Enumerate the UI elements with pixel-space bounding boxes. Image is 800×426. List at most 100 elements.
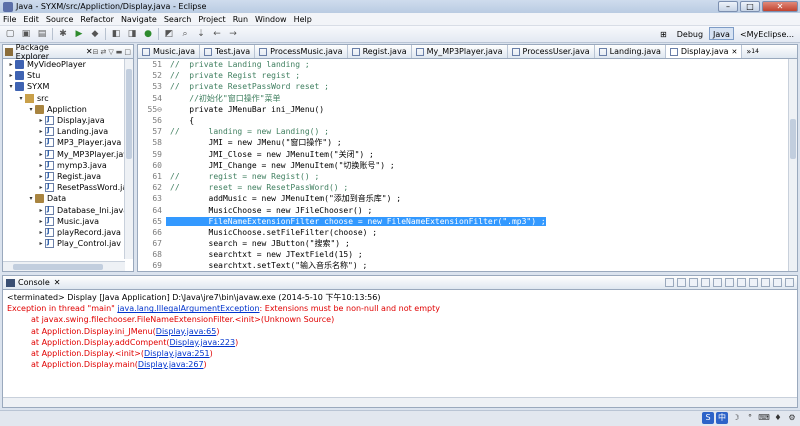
tree-item[interactable]: ▸ mymp3.java <box>3 160 133 171</box>
scroll-thumb[interactable] <box>13 264 103 270</box>
tray-icon[interactable]: ⌨ <box>758 412 770 424</box>
code-line[interactable]: 52 // private Regist regist ; <box>138 70 797 81</box>
close-icon[interactable]: ✕ <box>54 278 61 287</box>
tray-icon[interactable]: ♦ <box>772 412 784 424</box>
next-annotation-icon[interactable]: ⇣ <box>195 28 207 40</box>
display-selected-console-icon[interactable] <box>749 278 758 287</box>
collapsed-arrow-icon[interactable]: ▸ <box>7 61 15 68</box>
menu-run[interactable]: Run <box>233 15 248 24</box>
open-type-icon[interactable]: ◩ <box>163 28 175 40</box>
menu-project[interactable]: Project <box>198 15 225 24</box>
expanded-arrow-icon[interactable]: ▾ <box>27 106 35 113</box>
code-line[interactable]: 64 MusicChoose = new JFileChooser() ; <box>138 204 797 215</box>
scroll-thumb[interactable] <box>126 69 132 159</box>
tab-overflow-button[interactable]: » 14 <box>742 45 763 58</box>
close-tab-icon[interactable]: ✕ <box>732 48 738 56</box>
collapsed-arrow-icon[interactable]: ▸ <box>37 151 45 158</box>
tree-item[interactable]: ▸ Database_Ini.java <box>3 204 133 215</box>
collapse-all-icon[interactable]: ⊟ <box>93 48 99 56</box>
tray-icon[interactable]: ☽ <box>730 412 742 424</box>
tree-item[interactable]: ▸ MyVideoPlayer <box>3 59 133 70</box>
console-horizontal-scrollbar[interactable] <box>3 397 797 407</box>
tree-item[interactable]: ▸ playRecord.java <box>3 227 133 238</box>
scroll-lock-icon[interactable] <box>713 278 722 287</box>
close-icon[interactable]: ✕ <box>86 47 93 56</box>
source-link[interactable]: Display.java:223 <box>169 338 235 347</box>
exception-type-link[interactable]: java.lang.IllegalArgumentException <box>117 304 259 313</box>
code-line[interactable]: 51 // private Landing landing ; <box>138 59 797 70</box>
code-line[interactable]: 63 addMusic = new JMenuItem("添加到音乐库") ; <box>138 193 797 204</box>
tray-icon[interactable]: ° <box>744 412 756 424</box>
code-line[interactable]: 65 FileNameExtensionFilter choose = new … <box>138 216 797 227</box>
code-line[interactable]: 66 MusicChoose.setFileFilter(choose) ; <box>138 227 797 238</box>
code-line[interactable]: 68 searchtxt = new JTextField(15) ; <box>138 249 797 260</box>
expanded-arrow-icon[interactable]: ▾ <box>7 83 15 90</box>
terminate-icon[interactable] <box>665 278 674 287</box>
source-link[interactable]: Display.java:267 <box>138 360 204 369</box>
tree-item[interactable]: ▸ ResetPassWord.ja <box>3 182 133 193</box>
new-java-project-icon[interactable]: ◧ <box>110 28 122 40</box>
minimize-view-icon[interactable] <box>773 278 782 287</box>
code-line[interactable]: 60 JMI_Change = new JMenuItem("切换账号") ; <box>138 160 797 171</box>
expanded-arrow-icon[interactable]: ▾ <box>27 195 35 202</box>
code-line[interactable]: 56 { <box>138 115 797 126</box>
menu-refactor[interactable]: Refactor <box>80 15 114 24</box>
tree-vertical-scrollbar[interactable] <box>124 59 133 259</box>
menu-search[interactable]: Search <box>164 15 191 24</box>
code-line[interactable]: 62 // reset = new ResetPassWord() ; <box>138 182 797 193</box>
print-icon[interactable]: ▤ <box>36 28 48 40</box>
minimize-view-icon[interactable]: ▬ <box>116 48 123 56</box>
back-icon[interactable]: ← <box>211 28 223 40</box>
scroll-thumb[interactable] <box>790 119 796 159</box>
editor-tab[interactable]: ProcessUser.java <box>508 45 595 58</box>
forward-icon[interactable]: → <box>227 28 239 40</box>
perspective-myeclipse[interactable]: <MyEclipse... <box>736 27 798 40</box>
new-icon[interactable]: ▢ <box>4 28 16 40</box>
editor-tab[interactable]: ProcessMusic.java <box>255 45 348 58</box>
code-line[interactable]: 57 // landing = new Landing() ; <box>138 126 797 137</box>
open-console-icon[interactable] <box>761 278 770 287</box>
tree-item[interactable]: ▸ MP3_Player.java <box>3 137 133 148</box>
code-area[interactable]: 51 // private Landing landing ; 52 // priva… <box>138 59 797 271</box>
code-line[interactable]: 55⊖ private JMenuBar ini_JMenu() <box>138 104 797 115</box>
tree-item[interactable]: ▾ Data <box>3 193 133 204</box>
tree-item[interactable]: ▸ Display.java <box>3 115 133 126</box>
tree-item[interactable]: ▸ Music.java <box>3 216 133 227</box>
tree-item[interactable]: ▸ Stu <box>3 70 133 81</box>
menu-help[interactable]: Help <box>294 15 312 24</box>
perspective-debug[interactable]: Debug <box>673 27 707 40</box>
maximize-view-icon[interactable]: □ <box>124 48 131 56</box>
close-window-button[interactable]: ✕ <box>762 1 798 12</box>
minimize-button[interactable]: – <box>718 1 738 12</box>
search-icon[interactable]: ⌕ <box>179 28 191 40</box>
package-explorer-tab[interactable]: Package Explorer ✕ ⊟ ⇄ ▽ ▬ □ <box>3 43 133 61</box>
tree-item[interactable]: ▸ Regist.java <box>3 171 133 182</box>
menu-source[interactable]: Source <box>46 15 73 24</box>
clear-console-icon[interactable] <box>701 278 710 287</box>
menu-edit[interactable]: Edit <box>23 15 39 24</box>
code-line[interactable]: 67 search = new JButton("搜索") ; <box>138 238 797 249</box>
collapsed-arrow-icon[interactable]: ▸ <box>37 162 45 169</box>
tree-item[interactable]: ▾ SYXM <box>3 81 133 92</box>
remove-launch-icon[interactable] <box>677 278 686 287</box>
editor-tab[interactable]: Regist.java <box>348 45 412 58</box>
editor-tab[interactable]: Music.java <box>138 45 201 58</box>
maximize-view-icon[interactable] <box>785 278 794 287</box>
tree-item[interactable]: ▸ Play_Control.jav <box>3 238 133 249</box>
external-tools-icon[interactable]: ◆ <box>89 28 101 40</box>
source-link[interactable]: Display.java:251 <box>144 349 210 358</box>
debug-icon[interactable]: ✱ <box>57 28 69 40</box>
new-package-icon[interactable]: ◨ <box>126 28 138 40</box>
collapsed-arrow-icon[interactable]: ▸ <box>37 229 45 236</box>
menu-file[interactable]: File <box>3 15 16 24</box>
code-line[interactable]: 53 // private ResetPassWord reset ; <box>138 81 797 92</box>
menu-window[interactable]: Window <box>255 15 287 24</box>
open-perspective-icon[interactable]: ⊞ <box>656 27 671 40</box>
collapsed-arrow-icon[interactable]: ▸ <box>7 72 15 79</box>
editor-vertical-scrollbar[interactable] <box>788 59 797 271</box>
editor-tab[interactable]: Landing.java <box>595 45 666 58</box>
word-wrap-icon[interactable] <box>725 278 734 287</box>
save-icon[interactable]: ▣ <box>20 28 32 40</box>
collapsed-arrow-icon[interactable]: ▸ <box>37 184 45 191</box>
perspective-java[interactable]: Java <box>709 27 734 40</box>
